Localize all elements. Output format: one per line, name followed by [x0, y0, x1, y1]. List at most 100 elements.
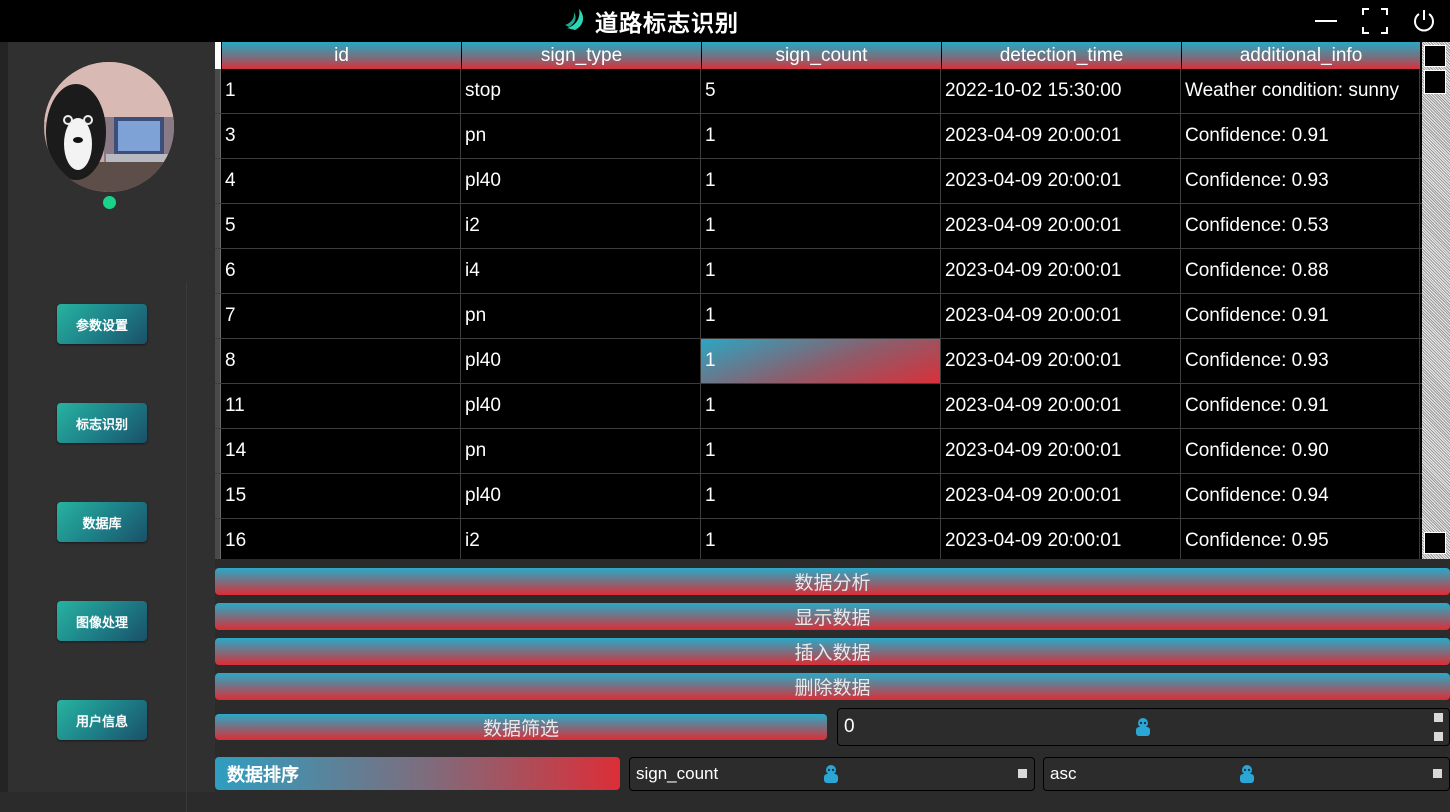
filter-value-input[interactable]: 0	[837, 708, 1450, 746]
table-cell-sign-type[interactable]: pl40	[461, 159, 701, 203]
table-cell-additional-info[interactable]: Confidence: 0.93	[1181, 159, 1420, 203]
table-row[interactable]: 11 pl40 1 2023-04-09 20:00:01 Confidence: 0.…	[215, 384, 1422, 429]
dropdown-arrow-icon[interactable]	[1433, 769, 1442, 778]
scroll-up-button[interactable]	[1424, 45, 1446, 67]
delete-data-button[interactable]: 删除数据	[215, 673, 1450, 700]
minimize-icon[interactable]	[1311, 6, 1341, 36]
robot-icon	[1236, 763, 1258, 785]
table-cell-sign-count[interactable]: 1	[701, 114, 941, 158]
sort-order-select[interactable]: asc	[1043, 757, 1450, 791]
sort-data-button[interactable]: 数据排序	[215, 757, 620, 790]
column-header[interactable]: sign_count	[702, 42, 941, 69]
table-cell-sign-type[interactable]: pn	[461, 294, 701, 338]
table-cell-id[interactable]: 11	[221, 384, 461, 428]
nav-sign-recognition-button[interactable]: 标志识别	[57, 403, 147, 443]
table-cell-sign-type[interactable]: pl40	[461, 384, 701, 428]
table-cell-detection-time[interactable]: 2023-04-09 20:00:01	[941, 384, 1181, 428]
table-row[interactable]: 3 pn 1 2023-04-09 20:00:01 Confidence: 0.91	[215, 114, 1422, 159]
table-cell-id[interactable]: 8	[221, 339, 461, 383]
table-cell-id[interactable]: 16	[221, 519, 461, 559]
dropdown-arrow-icon[interactable]	[1018, 769, 1027, 778]
table-row[interactable]: 4 pl40 1 2023-04-09 20:00:01 Confidence: 0.9…	[215, 159, 1422, 204]
table-cell-additional-info[interactable]: Confidence: 0.88	[1181, 249, 1420, 293]
table-cell-sign-type[interactable]: pl40	[461, 474, 701, 518]
table-cell-id[interactable]: 14	[221, 429, 461, 473]
nav-settings-button[interactable]: 参数设置	[57, 304, 147, 344]
table-cell-detection-time[interactable]: 2023-04-09 20:00:01	[941, 429, 1181, 473]
nav-user-info-button[interactable]: 用户信息	[57, 700, 147, 740]
table-cell-sign-type[interactable]: pn	[461, 114, 701, 158]
insert-data-button[interactable]: 插入数据	[215, 638, 1450, 665]
table-row[interactable]: 16 i2 1 2023-04-09 20:00:01 Confidence: 0.95	[215, 519, 1422, 559]
table-cell-id[interactable]: 3	[221, 114, 461, 158]
table-row[interactable]: 8 pl40 1 2023-04-09 20:00:01 Confidence: 0.9…	[215, 339, 1422, 384]
table-cell-sign-type[interactable]: i2	[461, 204, 701, 248]
table-row[interactable]: 7 pn 1 2023-04-09 20:00:01 Confidence: 0.91	[215, 294, 1422, 339]
table-cell-additional-info[interactable]: Confidence: 0.91	[1181, 384, 1420, 428]
table-cell-detection-time[interactable]: 2023-04-09 20:00:01	[941, 249, 1181, 293]
table-cell-sign-count[interactable]: 1	[701, 384, 941, 428]
table-corner[interactable]	[215, 42, 221, 69]
column-header[interactable]: id	[222, 42, 461, 69]
table-cell-additional-info[interactable]: Confidence: 0.95	[1181, 519, 1420, 559]
scroll-handle[interactable]	[1424, 70, 1446, 94]
table-row[interactable]: 5 i2 1 2023-04-09 20:00:01 Confidence: 0.53	[215, 204, 1422, 249]
table-cell-additional-info[interactable]: Weather condition: sunny	[1181, 69, 1420, 113]
table-cell-detection-time[interactable]: 2023-04-09 20:00:01	[941, 474, 1181, 518]
table-cell-sign-count[interactable]: 1	[701, 249, 941, 293]
table-cell-sign-count[interactable]: 1	[701, 294, 941, 338]
table-cell-detection-time[interactable]: 2022-10-02 15:30:00	[941, 69, 1181, 113]
table-cell-sign-count[interactable]: 1	[701, 204, 941, 248]
scroll-down-button[interactable]	[1424, 532, 1446, 554]
table-cell-sign-type[interactable]: i2	[461, 519, 701, 559]
table-cell-sign-count[interactable]: 1	[701, 339, 941, 383]
table-row[interactable]: 1 stop 5 2022-10-02 15:30:00 Weather conditi…	[215, 69, 1422, 114]
table-cell-sign-count[interactable]: 1	[701, 429, 941, 473]
table-cell-sign-count[interactable]: 1	[701, 474, 941, 518]
nav-database-button[interactable]: 数据库	[57, 502, 147, 542]
table-cell-sign-type[interactable]: pl40	[461, 339, 701, 383]
table-cell-id[interactable]: 7	[221, 294, 461, 338]
avatar[interactable]	[44, 62, 174, 192]
table-cell-additional-info[interactable]: Confidence: 0.91	[1181, 114, 1420, 158]
data-table[interactable]: id sign_type sign_count detection_time a…	[215, 42, 1422, 559]
table-cell-sign-count[interactable]: 1	[701, 159, 941, 203]
table-row[interactable]: 15 pl40 1 2023-04-09 20:00:01 Confidence: 0.…	[215, 474, 1422, 519]
spin-up-icon[interactable]	[1434, 713, 1443, 722]
table-cell-sign-type[interactable]: pn	[461, 429, 701, 473]
show-data-button[interactable]: 显示数据	[215, 603, 1450, 630]
table-row[interactable]: 14 pn 1 2023-04-09 20:00:01 Confidence: 0.90	[215, 429, 1422, 474]
table-cell-detection-time[interactable]: 2023-04-09 20:00:01	[941, 294, 1181, 338]
table-cell-detection-time[interactable]: 2023-04-09 20:00:01	[941, 519, 1181, 559]
table-cell-detection-time[interactable]: 2023-04-09 20:00:01	[941, 159, 1181, 203]
table-cell-id[interactable]: 6	[221, 249, 461, 293]
column-header[interactable]: additional_info	[1182, 42, 1420, 69]
table-cell-detection-time[interactable]: 2023-04-09 20:00:01	[941, 114, 1181, 158]
column-header[interactable]: detection_time	[942, 42, 1181, 69]
table-cell-id[interactable]: 15	[221, 474, 461, 518]
analyze-data-button[interactable]: 数据分析	[215, 568, 1450, 595]
table-cell-id[interactable]: 1	[221, 69, 461, 113]
table-cell-id[interactable]: 4	[221, 159, 461, 203]
nav-image-processing-button[interactable]: 图像处理	[57, 601, 147, 641]
table-cell-detection-time[interactable]: 2023-04-09 20:00:01	[941, 204, 1181, 248]
spin-down-icon[interactable]	[1434, 732, 1443, 741]
table-cell-sign-count[interactable]: 1	[701, 519, 941, 559]
power-icon[interactable]	[1409, 6, 1439, 36]
table-cell-sign-count[interactable]: 5	[701, 69, 941, 113]
sort-field-select[interactable]: sign_count	[629, 757, 1035, 791]
table-cell-sign-type[interactable]: stop	[461, 69, 701, 113]
column-header[interactable]: sign_type	[462, 42, 701, 69]
table-cell-additional-info[interactable]: Confidence: 0.91	[1181, 294, 1420, 338]
table-cell-additional-info[interactable]: Confidence: 0.90	[1181, 429, 1420, 473]
table-cell-id[interactable]: 5	[221, 204, 461, 248]
table-cell-additional-info[interactable]: Confidence: 0.93	[1181, 339, 1420, 383]
table-cell-additional-info[interactable]: Confidence: 0.94	[1181, 474, 1420, 518]
filter-data-button[interactable]: 数据筛选	[215, 714, 827, 740]
table-vertical-scrollbar[interactable]	[1422, 42, 1450, 559]
table-cell-detection-time[interactable]: 2023-04-09 20:00:01	[941, 339, 1181, 383]
table-row[interactable]: 6 i4 1 2023-04-09 20:00:01 Confidence: 0.88	[215, 249, 1422, 294]
maximize-icon[interactable]	[1360, 6, 1390, 36]
table-cell-sign-type[interactable]: i4	[461, 249, 701, 293]
table-cell-additional-info[interactable]: Confidence: 0.53	[1181, 204, 1420, 248]
